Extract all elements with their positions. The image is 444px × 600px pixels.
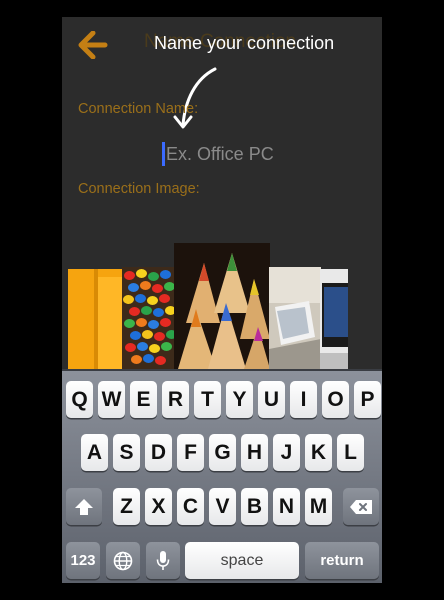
- backspace-icon: [350, 499, 372, 514]
- key-t[interactable]: T: [194, 381, 221, 418]
- key-w[interactable]: W: [98, 381, 125, 418]
- connection-name-label: Connection Name:: [78, 101, 199, 117]
- back-arrow-icon: [78, 30, 108, 60]
- key-n[interactable]: N: [273, 488, 300, 525]
- screen-image: [320, 269, 348, 369]
- key-e[interactable]: E: [130, 381, 157, 418]
- globe-key[interactable]: [106, 542, 140, 579]
- key-l[interactable]: L: [337, 434, 364, 471]
- key-m[interactable]: M: [305, 488, 332, 525]
- key-v[interactable]: V: [209, 488, 236, 525]
- dictation-key[interactable]: [146, 542, 180, 579]
- delete-key[interactable]: [343, 488, 379, 525]
- key-y[interactable]: Y: [226, 381, 253, 418]
- globe-icon: [113, 551, 133, 570]
- text-caret: [162, 142, 165, 166]
- key-h[interactable]: H: [241, 434, 268, 471]
- key-r[interactable]: R: [162, 381, 189, 418]
- key-b[interactable]: B: [241, 488, 268, 525]
- key-g[interactable]: G: [209, 434, 236, 471]
- key-z[interactable]: Z: [113, 488, 140, 525]
- app-screen: Name Connection Name your connection Con…: [62, 17, 382, 583]
- image-carousel[interactable]: [62, 239, 382, 369]
- image-option-screen[interactable]: [320, 269, 348, 369]
- back-button[interactable]: [78, 30, 108, 60]
- image-option-folder[interactable]: [68, 269, 124, 369]
- microphone-icon: [156, 550, 170, 570]
- key-f[interactable]: F: [177, 434, 204, 471]
- key-j[interactable]: J: [273, 434, 300, 471]
- return-key[interactable]: return: [305, 542, 379, 579]
- key-k[interactable]: K: [305, 434, 332, 471]
- key-i[interactable]: I: [290, 381, 317, 418]
- image-option-candy[interactable]: [122, 267, 178, 369]
- connection-image-label: Connection Image:: [78, 181, 200, 197]
- key-s[interactable]: S: [113, 434, 140, 471]
- shift-key[interactable]: [66, 488, 102, 525]
- image-option-laptop[interactable]: [269, 267, 321, 369]
- numbers-key[interactable]: 123: [66, 542, 100, 579]
- key-a[interactable]: A: [81, 434, 108, 471]
- key-c[interactable]: C: [177, 488, 204, 525]
- key-q[interactable]: Q: [66, 381, 93, 418]
- key-d[interactable]: D: [145, 434, 172, 471]
- key-o[interactable]: O: [322, 381, 349, 418]
- on-screen-keyboard: Q W E R T Y U I O P A S D F G H J K L Z …: [62, 369, 382, 583]
- key-p[interactable]: P: [354, 381, 381, 418]
- connection-name-input[interactable]: [166, 142, 316, 166]
- shift-arrow-icon: [75, 498, 93, 515]
- laptop-image: [269, 267, 321, 369]
- pencils-image: [174, 243, 270, 369]
- key-u[interactable]: U: [258, 381, 285, 418]
- image-option-pencils[interactable]: [174, 243, 270, 369]
- key-x[interactable]: X: [145, 488, 172, 525]
- space-key[interactable]: space: [185, 542, 299, 579]
- connection-name-field[interactable]: [162, 142, 322, 166]
- coach-mark-text: Name your connection: [154, 33, 335, 53]
